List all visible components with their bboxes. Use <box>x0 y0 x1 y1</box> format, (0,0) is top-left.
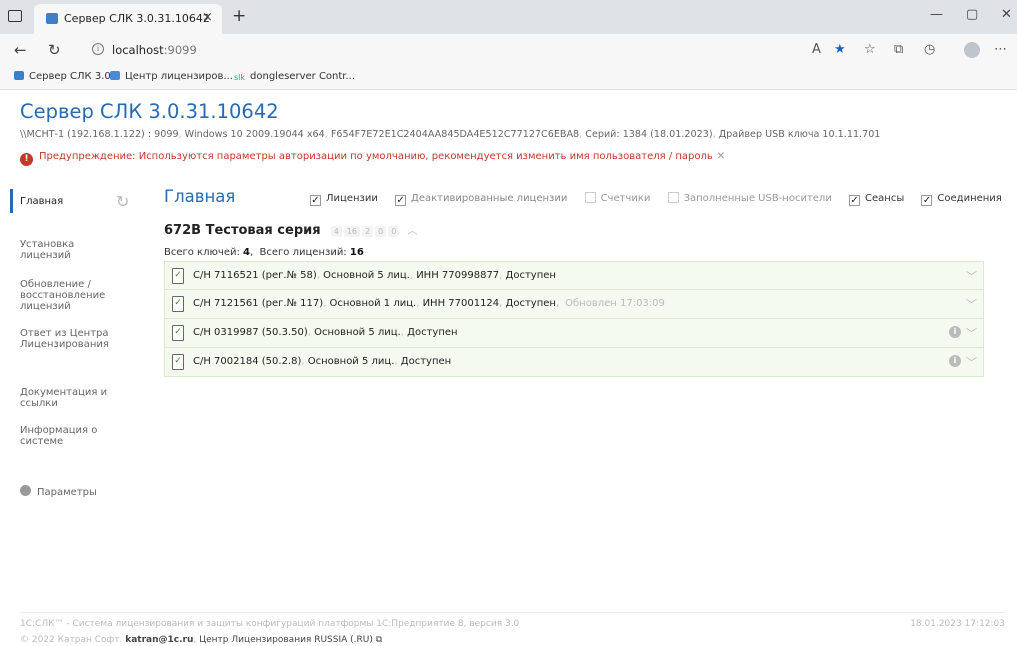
tab-close-icon[interactable]: × <box>202 10 213 25</box>
page-title: Сервер СЛК 3.0.31.10642 <box>20 100 279 123</box>
read-aloud-icon[interactable]: A <box>812 42 821 57</box>
expand-chevron-icon[interactable]: ﹀ <box>966 354 977 370</box>
file-check-icon: ✓ <box>172 268 184 284</box>
filter-licenses[interactable]: ✓ Лицензии <box>310 193 378 206</box>
sidebar-item-home[interactable]: Главная <box>20 196 130 207</box>
reload-icon[interactable]: ↻ <box>48 41 61 59</box>
title-bar: Сервер СЛК 3.0.31.10642 × + — ▢ ✕ <box>0 0 1017 34</box>
checkbox-icon <box>584 192 596 203</box>
history-icon[interactable]: ◷ <box>924 42 935 57</box>
sidebar-item-update[interactable]: Обновление / восстановление лицензий <box>20 279 116 312</box>
footer: 1С:СЛК™ - Система лицензирования и защит… <box>20 612 1005 645</box>
expand-chevron-icon[interactable]: ﹀ <box>966 325 977 341</box>
sidebar-item-response[interactable]: Ответ из Центра Лицензирования <box>20 328 126 350</box>
license-row[interactable]: ✓ С/Н 7121561 (рег.№ 117), Основной 1 ли… <box>164 290 984 319</box>
filter-counters[interactable]: Счетчики <box>584 192 650 204</box>
filter-sessions[interactable]: ✓ Сеансы <box>849 193 904 206</box>
slk-logo-icon: slk <box>234 73 246 82</box>
checkbox-icon: ✓ <box>849 195 861 206</box>
shield-icon <box>20 485 31 496</box>
footer-timestamp: 18.01.2023 17:12:03 <box>910 619 1005 629</box>
browser-tab[interactable]: Сервер СЛК 3.0.31.10642 × <box>34 4 222 34</box>
server-info: \\МСНТ-1 (192.168.1.122) : 9099, Windows… <box>20 129 881 140</box>
collapse-chevron-icon[interactable]: ︿ <box>407 226 417 237</box>
favorite-star-icon[interactable]: ★ <box>834 42 846 57</box>
license-list: ✓ С/Н 7116521 (рег.№ 58), Основной 5 лиц… <box>164 261 984 377</box>
sidebar-item-docs[interactable]: Документация и ссылки <box>20 387 130 409</box>
checkbox-icon <box>667 192 679 203</box>
info-icon[interactable]: i <box>949 326 961 338</box>
main-title: Главная <box>164 187 236 206</box>
tab-title: Сервер СЛК 3.0.31.10642 <box>64 12 210 25</box>
license-row[interactable]: ✓ С/Н 0319987 (50.3.50), Основной 5 лиц.… <box>164 319 984 348</box>
file-check-icon: ✓ <box>172 296 184 312</box>
close-window-icon[interactable]: ✕ <box>1001 7 1012 22</box>
bookmark-slk[interactable]: Сервер СЛК 3.0 <box>14 71 111 82</box>
site-info-icon[interactable]: i <box>92 43 104 55</box>
expand-chevron-icon[interactable]: ﹀ <box>966 268 977 284</box>
filter-usb-full[interactable]: Заполненные USB-носители <box>667 192 832 204</box>
usb-key-icon: ✓ <box>172 325 184 341</box>
filter-deactivated[interactable]: ✓ Деактивированные лицензии <box>395 193 567 206</box>
maximize-icon[interactable]: ▢ <box>966 7 978 22</box>
external-link-icon[interactable]: ⧉ <box>376 635 382 645</box>
favicon-icon <box>46 13 58 24</box>
address-bar: ← ↻ i localhost:9099 A ★ ☆ ⧉ ◷ ⋯ <box>0 34 1017 66</box>
slk-icon <box>14 71 24 80</box>
collections-icon[interactable]: ⧉ <box>894 42 903 57</box>
sidebar-item-params[interactable]: Параметры <box>20 485 130 498</box>
checkbox-icon: ✓ <box>310 195 321 206</box>
warning-icon: ! <box>20 153 33 166</box>
series-counters: 4 16 2 0 0 <box>329 226 400 237</box>
active-indicator <box>10 189 13 213</box>
dismiss-warning-icon[interactable]: ✕ <box>717 151 725 162</box>
totals: Всего ключей: 4, Всего лицензий: 16 <box>164 247 364 258</box>
page: Сервер СЛК 3.0.31.10642 \\МСНТ-1 (192.16… <box>0 91 1017 646</box>
sidebar-item-sysinfo[interactable]: Информация о системе <box>20 425 116 447</box>
license-row[interactable]: ✓ С/Н 7002184 (50.2.8), Основной 5 лиц.,… <box>164 348 984 377</box>
minimize-icon[interactable]: — <box>930 7 943 22</box>
refresh-icon[interactable]: ↻ <box>116 192 129 211</box>
checkbox-icon: ✓ <box>395 195 407 206</box>
license-row[interactable]: ✓ С/Н 7116521 (рег.№ 58), Основной 5 лиц… <box>164 261 984 290</box>
checkbox-icon: ✓ <box>921 195 933 206</box>
back-icon[interactable]: ← <box>14 41 27 59</box>
browser-window: Сервер СЛК 3.0.31.10642 × + — ▢ ✕ ← ↻ i … <box>0 0 1017 646</box>
filter-bar: ✓ Лицензии ✓ Деактивированные лицензии Сче… <box>310 192 1002 206</box>
sidebar-toggle-icon[interactable] <box>8 10 22 22</box>
bookmark-dongleserver[interactable]: slk dongleserver Contr... <box>234 71 355 82</box>
bookmark-license-center[interactable]: Центр лицензиров... <box>110 71 233 82</box>
auth-warning: ! Предупреждение: Используются параметры … <box>20 151 725 166</box>
email-link[interactable]: katran@1c.ru <box>125 635 193 645</box>
filter-connections[interactable]: ✓ Соединения <box>921 193 1002 206</box>
license-center-link[interactable]: Центр Лицензирования RUSSIA (.RU) <box>199 635 373 645</box>
series-header[interactable]: 672В Тестовая серия 4 16 2 0 0 ︿ <box>164 222 417 238</box>
more-menu-icon[interactable]: ⋯ <box>994 42 1007 57</box>
favorites-list-icon[interactable]: ☆ <box>864 42 876 57</box>
sidebar-item-install[interactable]: Установка лицензий <box>20 239 116 261</box>
new-tab-icon[interactable]: + <box>232 6 246 26</box>
info-icon[interactable]: i <box>949 355 961 367</box>
sidebar: Главная ↻ Установка лицензий Обновление … <box>0 189 148 509</box>
footer-product: 1С:СЛК™ - Система лицензирования и защит… <box>20 619 520 629</box>
profile-avatar[interactable] <box>964 42 980 58</box>
expand-chevron-icon[interactable]: ﹀ <box>966 296 977 312</box>
bookmarks-bar: Сервер СЛК 3.0 Центр лицензиров... slk do… <box>0 66 1017 90</box>
footer-links: © 2022 Катран Софт. katran@1c.ru, Центр … <box>20 635 383 645</box>
usb-key-icon: ✓ <box>172 354 184 370</box>
monitor-icon <box>110 71 120 80</box>
url-field[interactable]: localhost:9099 <box>112 43 197 57</box>
